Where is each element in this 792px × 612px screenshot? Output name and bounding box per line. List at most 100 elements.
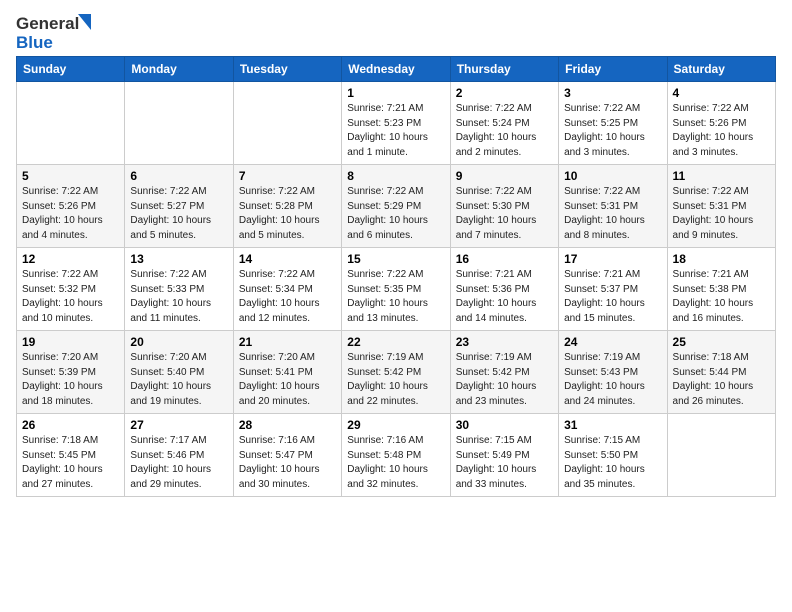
day-number-29: 29 <box>347 418 444 432</box>
empty-cell <box>233 82 341 165</box>
day-number-9: 9 <box>456 169 553 183</box>
day-number-11: 11 <box>673 169 770 183</box>
day-number-5: 5 <box>22 169 119 183</box>
day-detail-30: Sunrise: 7:15 AM Sunset: 5:49 PM Dayligh… <box>456 434 553 492</box>
day-cell-18: 18 Sunrise: 7:21 AM Sunset: 5:38 PM Dayli… <box>667 248 775 331</box>
day-detail-31: Sunrise: 7:15 AM Sunset: 5:50 PM Dayligh… <box>564 434 661 492</box>
day-cell-3: 3 Sunrise: 7:22 AM Sunset: 5:25 PM Daylig… <box>559 82 667 165</box>
day-number-26: 26 <box>22 418 119 432</box>
day-detail-19: Sunrise: 7:20 AM Sunset: 5:39 PM Dayligh… <box>22 351 119 409</box>
day-detail-15: Sunrise: 7:22 AM Sunset: 5:35 PM Dayligh… <box>347 268 444 326</box>
day-cell-10: 10 Sunrise: 7:22 AM Sunset: 5:31 PM Dayli… <box>559 165 667 248</box>
day-detail-24: Sunrise: 7:19 AM Sunset: 5:43 PM Dayligh… <box>564 351 661 409</box>
day-cell-28: 28Sunrise: 7:16 AM Sunset: 5:47 PM Dayli… <box>233 414 341 497</box>
day-number-21: 21 <box>239 335 336 349</box>
day-cell-22: 22 Sunrise: 7:19 AM Sunset: 5:42 PM Dayli… <box>342 331 450 414</box>
day-detail-10: Sunrise: 7:22 AM Sunset: 5:31 PM Dayligh… <box>564 185 661 243</box>
day-detail-23: Sunrise: 7:19 AM Sunset: 5:42 PM Dayligh… <box>456 351 553 409</box>
day-number-17: 17 <box>564 252 661 266</box>
day-detail-29: Sunrise: 7:16 AM Sunset: 5:48 PM Dayligh… <box>347 434 444 492</box>
day-number-23: 23 <box>456 335 553 349</box>
day-cell-26: 26 Sunrise: 7:18 AM Sunset: 5:45 PM Dayli… <box>17 414 125 497</box>
calendar-body: 1 Sunrise: 7:21 AM Sunset: 5:23 PM Daylig… <box>17 82 776 497</box>
day-number-20: 20 <box>130 335 227 349</box>
day-cell-14: 14Sunrise: 7:22 AM Sunset: 5:34 PM Dayli… <box>233 248 341 331</box>
calendar-header: SundayMondayTuesdayWednesdayThursdayFrid… <box>17 57 776 82</box>
day-detail-14: Sunrise: 7:22 AM Sunset: 5:34 PM Dayligh… <box>239 268 336 326</box>
weekday-header-monday: Monday <box>125 57 233 82</box>
day-number-30: 30 <box>456 418 553 432</box>
day-cell-20: 20Sunrise: 7:20 AM Sunset: 5:40 PM Dayli… <box>125 331 233 414</box>
weekday-header-sunday: Sunday <box>17 57 125 82</box>
empty-cell <box>667 414 775 497</box>
day-cell-1: 1 Sunrise: 7:21 AM Sunset: 5:23 PM Daylig… <box>342 82 450 165</box>
day-number-19: 19 <box>22 335 119 349</box>
day-number-1: 1 <box>347 86 444 100</box>
day-detail-6: Sunrise: 7:22 AM Sunset: 5:27 PM Dayligh… <box>130 185 227 243</box>
day-number-24: 24 <box>564 335 661 349</box>
day-number-3: 3 <box>564 86 661 100</box>
logo-svg: GeneralBlue <box>16 12 96 50</box>
day-detail-17: Sunrise: 7:21 AM Sunset: 5:37 PM Dayligh… <box>564 268 661 326</box>
weekday-header-wednesday: Wednesday <box>342 57 450 82</box>
day-cell-31: 31 Sunrise: 7:15 AM Sunset: 5:50 PM Dayli… <box>559 414 667 497</box>
day-detail-22: Sunrise: 7:19 AM Sunset: 5:42 PM Dayligh… <box>347 351 444 409</box>
day-detail-21: Sunrise: 7:20 AM Sunset: 5:41 PM Dayligh… <box>239 351 336 409</box>
day-number-12: 12 <box>22 252 119 266</box>
week-row-3: 12 Sunrise: 7:22 AM Sunset: 5:32 PM Dayli… <box>17 248 776 331</box>
day-detail-28: Sunrise: 7:16 AM Sunset: 5:47 PM Dayligh… <box>239 434 336 492</box>
day-detail-2: Sunrise: 7:22 AM Sunset: 5:24 PM Dayligh… <box>456 102 553 160</box>
day-detail-1: Sunrise: 7:21 AM Sunset: 5:23 PM Dayligh… <box>347 102 444 160</box>
day-cell-29: 29 Sunrise: 7:16 AM Sunset: 5:48 PM Dayli… <box>342 414 450 497</box>
day-cell-17: 17 Sunrise: 7:21 AM Sunset: 5:37 PM Dayli… <box>559 248 667 331</box>
weekday-header-thursday: Thursday <box>450 57 558 82</box>
empty-cell <box>125 82 233 165</box>
week-row-5: 26 Sunrise: 7:18 AM Sunset: 5:45 PM Dayli… <box>17 414 776 497</box>
day-cell-23: 23 Sunrise: 7:19 AM Sunset: 5:42 PM Dayli… <box>450 331 558 414</box>
day-cell-6: 6 Sunrise: 7:22 AM Sunset: 5:27 PM Daylig… <box>125 165 233 248</box>
day-cell-19: 19 Sunrise: 7:20 AM Sunset: 5:39 PM Dayli… <box>17 331 125 414</box>
day-number-25: 25 <box>673 335 770 349</box>
page: GeneralBlue SundayMondayTuesdayWednesday… <box>0 0 792 612</box>
day-number-15: 15 <box>347 252 444 266</box>
logo: GeneralBlue <box>16 12 96 50</box>
day-detail-25: Sunrise: 7:18 AM Sunset: 5:44 PM Dayligh… <box>673 351 770 409</box>
day-detail-7: Sunrise: 7:22 AM Sunset: 5:28 PM Dayligh… <box>239 185 336 243</box>
day-detail-8: Sunrise: 7:22 AM Sunset: 5:29 PM Dayligh… <box>347 185 444 243</box>
weekday-header-tuesday: Tuesday <box>233 57 341 82</box>
day-cell-12: 12 Sunrise: 7:22 AM Sunset: 5:32 PM Dayli… <box>17 248 125 331</box>
day-detail-11: Sunrise: 7:22 AM Sunset: 5:31 PM Dayligh… <box>673 185 770 243</box>
day-number-22: 22 <box>347 335 444 349</box>
day-cell-11: 11 Sunrise: 7:22 AM Sunset: 5:31 PM Dayli… <box>667 165 775 248</box>
svg-text:General: General <box>16 14 79 33</box>
day-number-13: 13 <box>130 252 227 266</box>
day-detail-12: Sunrise: 7:22 AM Sunset: 5:32 PM Dayligh… <box>22 268 119 326</box>
day-cell-30: 30 Sunrise: 7:15 AM Sunset: 5:49 PM Dayli… <box>450 414 558 497</box>
day-detail-3: Sunrise: 7:22 AM Sunset: 5:25 PM Dayligh… <box>564 102 661 160</box>
day-cell-25: 25 Sunrise: 7:18 AM Sunset: 5:44 PM Dayli… <box>667 331 775 414</box>
day-cell-13: 13Sunrise: 7:22 AM Sunset: 5:33 PM Dayli… <box>125 248 233 331</box>
empty-cell <box>17 82 125 165</box>
day-detail-16: Sunrise: 7:21 AM Sunset: 5:36 PM Dayligh… <box>456 268 553 326</box>
day-number-31: 31 <box>564 418 661 432</box>
day-cell-9: 9Sunrise: 7:22 AM Sunset: 5:30 PM Daylig… <box>450 165 558 248</box>
weekday-header-saturday: Saturday <box>667 57 775 82</box>
day-cell-5: 5Sunrise: 7:22 AM Sunset: 5:26 PM Daylig… <box>17 165 125 248</box>
day-cell-4: 4Sunrise: 7:22 AM Sunset: 5:26 PM Daylig… <box>667 82 775 165</box>
day-detail-4: Sunrise: 7:22 AM Sunset: 5:26 PM Dayligh… <box>673 102 770 160</box>
day-number-16: 16 <box>456 252 553 266</box>
day-detail-18: Sunrise: 7:21 AM Sunset: 5:38 PM Dayligh… <box>673 268 770 326</box>
day-detail-26: Sunrise: 7:18 AM Sunset: 5:45 PM Dayligh… <box>22 434 119 492</box>
week-row-4: 19 Sunrise: 7:20 AM Sunset: 5:39 PM Dayli… <box>17 331 776 414</box>
day-number-8: 8 <box>347 169 444 183</box>
week-row-2: 5Sunrise: 7:22 AM Sunset: 5:26 PM Daylig… <box>17 165 776 248</box>
day-number-6: 6 <box>130 169 227 183</box>
day-number-10: 10 <box>564 169 661 183</box>
day-cell-2: 2Sunrise: 7:22 AM Sunset: 5:24 PM Daylig… <box>450 82 558 165</box>
day-number-18: 18 <box>673 252 770 266</box>
week-row-1: 1 Sunrise: 7:21 AM Sunset: 5:23 PM Daylig… <box>17 82 776 165</box>
day-cell-27: 27Sunrise: 7:17 AM Sunset: 5:46 PM Dayli… <box>125 414 233 497</box>
day-cell-16: 16 Sunrise: 7:21 AM Sunset: 5:36 PM Dayli… <box>450 248 558 331</box>
weekday-header-friday: Friday <box>559 57 667 82</box>
day-cell-8: 8 Sunrise: 7:22 AM Sunset: 5:29 PM Daylig… <box>342 165 450 248</box>
